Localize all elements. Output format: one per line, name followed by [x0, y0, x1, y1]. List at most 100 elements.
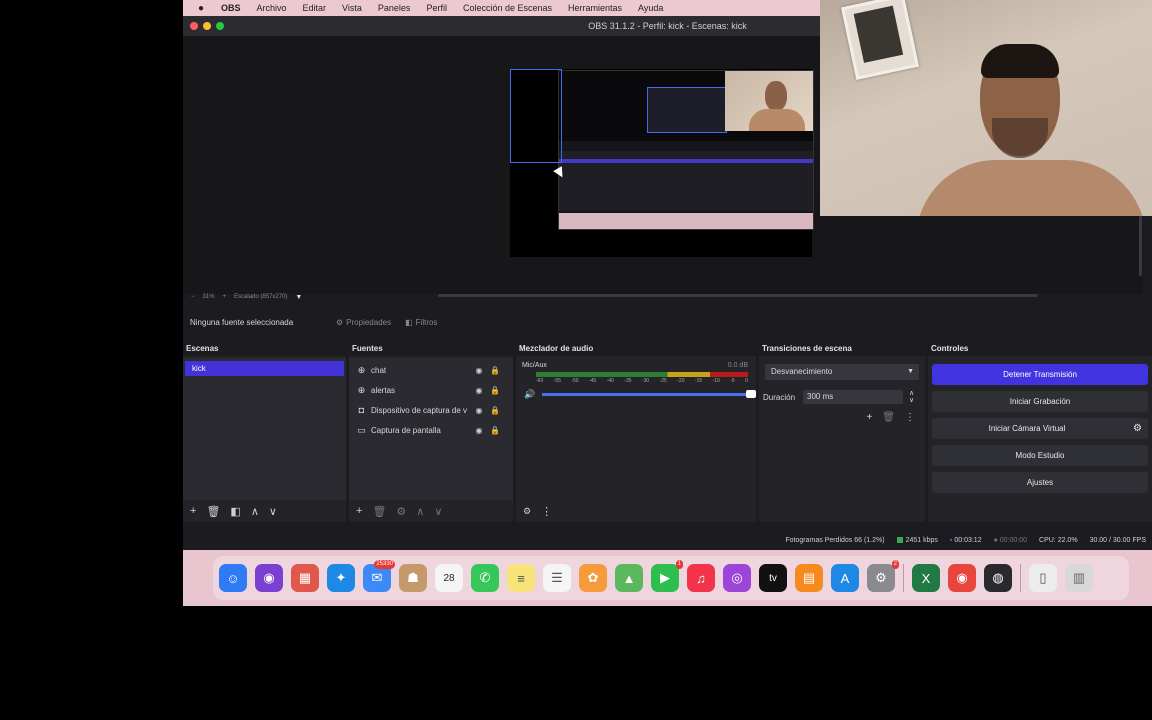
properties-button[interactable]: ⚙ Propiedades: [336, 318, 391, 327]
eye-icon[interactable]: ◉: [471, 366, 487, 375]
dock-app-glyph: ☺: [226, 570, 240, 586]
chrome-icon[interactable]: ◉: [948, 564, 976, 592]
mail-icon[interactable]: ✉ 25330: [363, 560, 395, 592]
podcasts-icon[interactable]: ◎: [723, 564, 751, 592]
duration-stepper[interactable]: ∧ ∨: [909, 390, 914, 404]
volume-slider[interactable]: [542, 390, 756, 398]
trash-icon[interactable]: ▥: [1065, 564, 1093, 592]
more-options-icon[interactable]: ⋮: [541, 505, 552, 518]
menu-perfil[interactable]: Perfil: [426, 3, 447, 13]
gear-icon[interactable]: ⚙: [1133, 423, 1142, 434]
zoom-window-button[interactable]: [216, 22, 224, 30]
menu-coleccion-escenas[interactable]: Colección de Escenas: [463, 3, 552, 13]
menu-editar[interactable]: Editar: [303, 3, 327, 13]
dock-app-glyph: ≡: [517, 570, 525, 586]
stream-time-value: 00:03:12: [954, 536, 982, 544]
document-icon[interactable]: ▯: [1029, 564, 1057, 592]
remove-transition-icon[interactable]: 🗑: [882, 412, 895, 423]
launchpad-icon[interactable]: ▦: [291, 564, 319, 592]
finder-icon[interactable]: ☺: [219, 564, 247, 592]
transitions-dock: Transiciones de escena Desvanecimiento ▼…: [759, 342, 925, 522]
meter-ticks: -60 -55 -50 -45 -40 -35 -30 -25 -20 -15 …: [536, 378, 748, 384]
studio-mode-button[interactable]: Modo Estudio: [932, 445, 1148, 466]
source-item-screen-capture[interactable]: ▭ Captura de pantalla ◉ 🔒: [349, 420, 513, 440]
volume-slider-handle[interactable]: [746, 390, 756, 398]
add-transition-icon[interactable]: +: [866, 412, 872, 423]
calendar-icon[interactable]: 28: [435, 564, 463, 592]
lock-icon[interactable]: 🔒: [487, 406, 503, 415]
zoom-out-button[interactable]: −: [191, 294, 195, 300]
source-item-alertas[interactable]: ⊕ alertas ◉ 🔒: [349, 380, 513, 400]
menu-obs[interactable]: OBS: [221, 3, 241, 13]
lock-icon[interactable]: 🔒: [487, 366, 503, 375]
duration-input[interactable]: 300 ms: [803, 390, 904, 404]
dock-app-glyph: ☗: [407, 570, 419, 585]
tv-icon[interactable]: tv: [759, 564, 787, 592]
minimize-window-button[interactable]: [203, 22, 211, 30]
transition-select[interactable]: Desvanecimiento ▼: [765, 364, 919, 380]
system-settings-icon[interactable]: ⚙ 2: [867, 560, 899, 592]
move-down-icon[interactable]: ∨: [269, 505, 277, 518]
lock-icon[interactable]: 🔒: [487, 386, 503, 395]
messages-icon[interactable]: ✆: [471, 564, 499, 592]
siri-icon[interactable]: ◉: [255, 564, 283, 592]
lock-icon[interactable]: 🔒: [487, 426, 503, 435]
more-options-icon[interactable]: ⋮: [905, 412, 915, 423]
app-store-icon[interactable]: A: [831, 564, 859, 592]
move-up-icon[interactable]: ∧: [251, 505, 259, 518]
menu-vista[interactable]: Vista: [342, 3, 362, 13]
facetime-icon[interactable]: ▶ 1: [651, 560, 683, 592]
advanced-audio-icon[interactable]: ⚙: [523, 506, 531, 517]
menu-archivo[interactable]: Archivo: [257, 3, 287, 13]
menu-herramientas[interactable]: Herramientas: [568, 3, 622, 13]
stop-streaming-button[interactable]: Detener Transmisión: [932, 364, 1148, 385]
safari-icon[interactable]: ✦: [327, 564, 355, 592]
webcam-overlay: [820, 0, 1152, 216]
scene-filters-icon[interactable]: ◧: [230, 505, 240, 518]
speaker-icon[interactable]: 🔊: [524, 389, 536, 400]
start-recording-button[interactable]: Iniciar Grabación: [932, 391, 1148, 412]
sources-title: Fuentes: [349, 342, 513, 356]
zoom-in-button[interactable]: +: [223, 294, 227, 300]
add-source-icon[interactable]: +: [356, 505, 362, 517]
reminders-icon[interactable]: ☰: [543, 564, 571, 592]
photos-icon[interactable]: ✿: [579, 564, 607, 592]
menu-ayuda[interactable]: Ayuda: [638, 3, 663, 13]
settings-button[interactable]: Ajustes: [932, 472, 1148, 493]
source-name: Captura de pantalla: [371, 425, 441, 435]
tick: 0: [745, 378, 748, 384]
virtual-camera-button[interactable]: Iniciar Cámara Virtual ⚙: [932, 418, 1148, 439]
maps-icon[interactable]: ▲: [615, 564, 643, 592]
add-scene-icon[interactable]: +: [190, 505, 196, 517]
chevron-down-icon[interactable]: ▼: [295, 294, 302, 301]
scene-item-kick[interactable]: kick: [185, 361, 344, 376]
move-up-icon[interactable]: ∧: [416, 505, 424, 518]
notes-icon[interactable]: ≡: [507, 564, 535, 592]
music-icon[interactable]: ♫: [687, 564, 715, 592]
source-item-video-capture[interactable]: ◘ Dispositivo de captura de v ◉ 🔒: [349, 400, 513, 420]
move-down-icon[interactable]: ∨: [434, 505, 442, 518]
obs-icon[interactable]: ◍: [984, 564, 1012, 592]
remove-scene-icon[interactable]: 🗑: [206, 505, 220, 518]
excel-icon[interactable]: X: [912, 564, 940, 592]
contacts-icon[interactable]: ☗: [399, 564, 427, 592]
nested-body: [749, 109, 805, 131]
eye-icon[interactable]: ◉: [471, 406, 487, 415]
apple-icon[interactable]: ●: [195, 3, 207, 14]
close-window-button[interactable]: [190, 22, 198, 30]
preview-vertical-scrollbar[interactable]: [1139, 216, 1142, 276]
screen-capture-source[interactable]: [558, 70, 814, 230]
menu-paneles[interactable]: Paneles: [378, 3, 411, 13]
selection-box[interactable]: [510, 69, 562, 163]
mixer-db-value: 0.0 dB: [727, 362, 748, 369]
books-icon[interactable]: ▤: [795, 564, 823, 592]
remove-source-icon[interactable]: 🗑: [372, 505, 386, 518]
scale-label[interactable]: Escalado (857x270): [234, 294, 287, 300]
filters-button[interactable]: ◧ Filtros: [405, 318, 437, 327]
eye-icon[interactable]: ◉: [471, 386, 487, 395]
source-properties-icon[interactable]: ⚙: [396, 505, 406, 518]
tick: -15: [694, 378, 703, 384]
eye-icon[interactable]: ◉: [471, 426, 487, 435]
mac-dock: ☺ ◉ ▦ ✦ ✉ 25330 ☗ 28 ✆ ≡ ☰ ✿ ▲ ▶ 1 ♫ ◎ tv ▤ A ⚙ 2 X ◉ ◍ ▯ ▥: [213, 556, 1129, 600]
source-item-chat[interactable]: ⊕ chat ◉ 🔒: [349, 360, 513, 380]
